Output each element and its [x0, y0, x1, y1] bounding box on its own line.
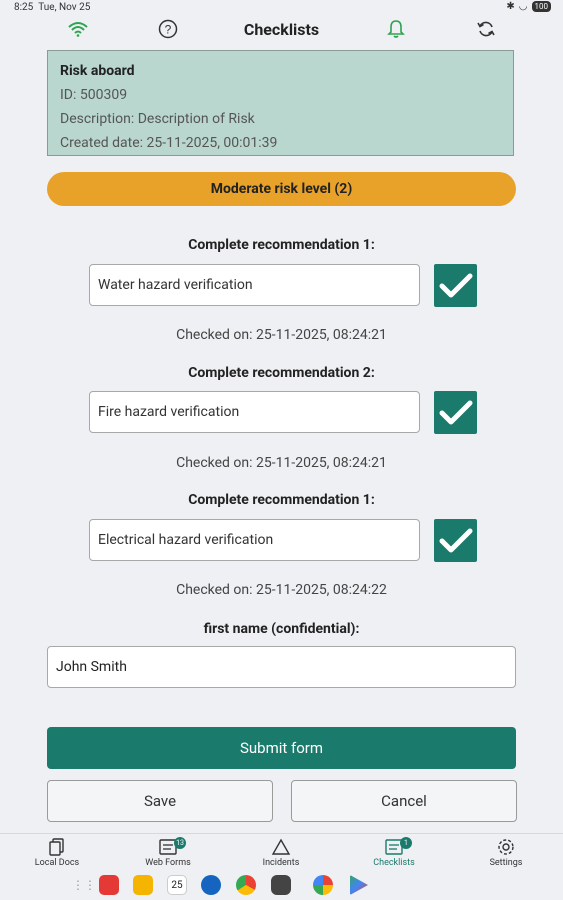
- checkmark-icon: [439, 528, 472, 552]
- gear-icon: [498, 839, 514, 855]
- status-date: Tue, Nov 25: [38, 2, 91, 13]
- warning-triangle-icon: [271, 838, 291, 855]
- system-taskbar: ⋮⋮ 25: [0, 872, 563, 900]
- wifi-status-icon: ◡: [518, 1, 528, 12]
- risk-heading: Risk aboard: [60, 63, 135, 79]
- recommendation-field[interactable]: Fire hazard verification: [89, 391, 420, 433]
- status-time: 8:25: [14, 2, 34, 13]
- bottom-nav: Local Docs 13 Web Forms Incidents 1 Chec…: [0, 833, 563, 874]
- recommendation-checkbox[interactable]: [434, 519, 477, 562]
- photos-app-icon[interactable]: [313, 875, 333, 895]
- chrome-app-icon[interactable]: [236, 875, 256, 895]
- bluetooth-icon: ✱: [506, 1, 515, 12]
- recommendation-label: Complete recommendation 2:: [188, 365, 375, 381]
- risk-level-badge: Moderate risk level (2): [47, 172, 516, 206]
- risk-created-date: Created date: 25-11-2025, 00:01:39: [60, 135, 278, 151]
- nav-checklists[interactable]: 1 Checklists: [354, 836, 434, 868]
- nav-incidents[interactable]: Incidents: [241, 836, 321, 868]
- save-button[interactable]: Save: [47, 780, 273, 822]
- svg-text:?: ?: [165, 23, 172, 37]
- nav-web-forms-label: Web Forms: [145, 858, 191, 868]
- nav-local-docs-label: Local Docs: [34, 858, 80, 868]
- documents-icon: [49, 838, 64, 856]
- battery-indicator: 100: [531, 1, 551, 12]
- checkmark-icon: [439, 400, 472, 424]
- nav-settings-label: Settings: [489, 858, 523, 868]
- refresh-icon[interactable]: [475, 18, 497, 40]
- help-icon[interactable]: ?: [157, 18, 179, 40]
- risk-info-card: Risk aboard ID: 500309 Description: Desc…: [47, 50, 514, 156]
- camera-app-icon[interactable]: [271, 875, 291, 895]
- wifi-icon[interactable]: [67, 18, 89, 40]
- checked-on-text: Checked on: 25-11-2025, 08:24:21: [176, 327, 387, 343]
- cancel-button[interactable]: Cancel: [291, 780, 517, 822]
- nav-incidents-label: Incidents: [262, 858, 300, 868]
- bell-icon[interactable]: [385, 18, 407, 40]
- nav-local-docs[interactable]: Local Docs: [17, 836, 97, 868]
- recommendation-label: Complete recommendation 1:: [188, 237, 375, 253]
- nav-web-forms[interactable]: 13 Web Forms: [128, 836, 208, 868]
- checklists-badge: 1: [400, 837, 412, 849]
- recommendation-field[interactable]: Electrical hazard verification: [89, 519, 420, 561]
- recommendation-checkbox[interactable]: [434, 391, 477, 434]
- recommendation-label: Complete recommendation 1:: [188, 492, 375, 508]
- notes-app-icon[interactable]: [99, 875, 119, 895]
- web-forms-badge: 13: [174, 837, 186, 849]
- checked-on-text: Checked on: 25-11-2025, 08:24:21: [176, 455, 387, 471]
- status-left: 8:25 Tue, Nov 25: [14, 2, 90, 13]
- checked-on-text: Checked on: 25-11-2025, 08:24:22: [176, 582, 387, 598]
- risk-description: Description: Description of Risk: [60, 111, 255, 127]
- recommendation-field[interactable]: Water hazard verification: [89, 264, 420, 306]
- nav-settings[interactable]: Settings: [466, 836, 546, 868]
- status-right: ✱ ◡ 100: [506, 1, 551, 12]
- nav-checklists-label: Checklists: [373, 858, 415, 868]
- checkmark-icon: [439, 273, 472, 297]
- submit-form-button[interactable]: Submit form: [47, 727, 516, 769]
- play-store-icon[interactable]: [350, 875, 368, 895]
- folder-app-icon[interactable]: [133, 875, 153, 895]
- risk-id: ID: 500309: [60, 87, 128, 103]
- calendar-app-icon[interactable]: 25: [167, 875, 187, 895]
- top-bar: ? Checklists: [0, 14, 563, 44]
- app-drawer-icon[interactable]: ⋮⋮: [72, 878, 96, 892]
- recommendation-checkbox[interactable]: [434, 264, 477, 307]
- first-name-field[interactable]: John Smith: [47, 646, 516, 688]
- first-name-label: first name (confidential):: [203, 621, 360, 637]
- messages-app-icon[interactable]: [201, 875, 221, 895]
